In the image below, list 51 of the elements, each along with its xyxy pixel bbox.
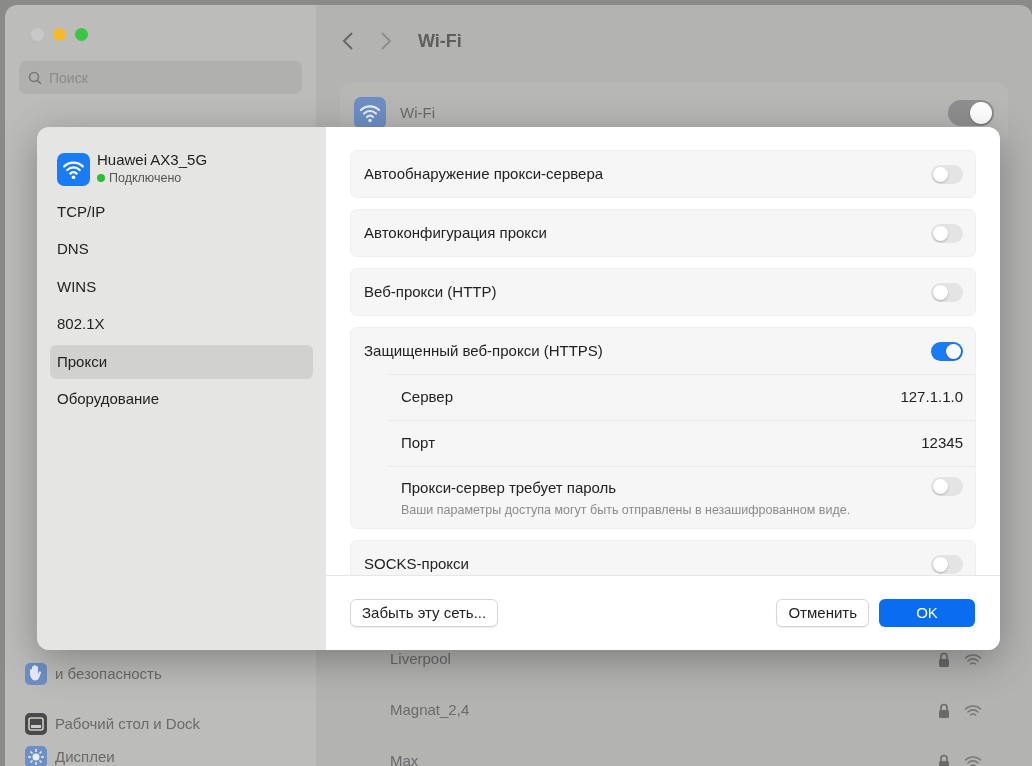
dock-icon [25, 713, 47, 736]
forget-network-button[interactable]: Забыть эту сеть... [350, 598, 499, 628]
network-name: Max [390, 751, 420, 766]
toggle-switch[interactable] [931, 282, 963, 302]
sidebar-tab[interactable]: WINS [50, 269, 313, 305]
proxy-label: Веб-прокси (HTTP) [364, 281, 497, 302]
forward-icon[interactable] [380, 31, 392, 51]
field-label: Сервер [401, 387, 453, 408]
wifi-icon [964, 703, 982, 718]
lock-icon [938, 754, 950, 766]
network-name: Huawei AX3_5G [97, 151, 208, 169]
proxy-label: Защищенный веб-прокси (HTTPS) [364, 340, 603, 361]
wifi-icon [57, 152, 90, 186]
wifi-icon [964, 754, 982, 766]
sidebar-tab[interactable]: Прокси [50, 344, 313, 380]
toggle-switch[interactable] [931, 477, 963, 496]
window-title: Wi-Fi [418, 29, 462, 53]
auth-note: Ваши параметры доступа могут быть отправлены в незашифрованном виде. [401, 501, 851, 519]
proxy-label: Автообнаружение прокси-сервера [364, 163, 604, 184]
minimize-dot[interactable] [53, 28, 66, 41]
auth-label: Прокси-сервер требует пароль [401, 478, 618, 498]
toggle-switch[interactable] [931, 554, 963, 574]
cancel-button[interactable]: Отменить [776, 598, 869, 628]
network-name: Magnat_2,4 [390, 700, 471, 721]
network-name: Liverpool [390, 649, 452, 670]
proxy-label: Автоконфигурация прокси [364, 222, 547, 243]
sidebar-tab[interactable]: DNS [50, 232, 313, 267]
lock-icon [938, 703, 950, 718]
wifi-toggle[interactable] [948, 100, 994, 126]
proxy-label: SOCKS-прокси [364, 554, 469, 575]
toggle-switch[interactable] [931, 164, 963, 184]
sidebar-tab[interactable]: 802.1X [50, 307, 313, 342]
status-dot [97, 174, 105, 183]
connection-status: Подключено [109, 170, 182, 187]
port-value[interactable]: 12345 [921, 432, 963, 455]
lock-icon [938, 652, 950, 667]
field-label: Порт [401, 433, 435, 454]
hand-icon [25, 662, 47, 685]
wifi-label: Wi-Fi [400, 102, 436, 123]
search-icon [28, 70, 42, 85]
zoom-dot[interactable] [75, 28, 88, 41]
back-icon[interactable] [342, 31, 354, 51]
server-value[interactable]: 127.1.1.0 [900, 386, 963, 409]
toggle-switch[interactable] [931, 341, 963, 361]
ok-button[interactable]: OK [879, 598, 975, 628]
sidebar-tab[interactable]: Оборудование [50, 382, 313, 417]
wifi-icon [354, 97, 386, 129]
sun-icon [25, 745, 47, 766]
sidebar-tab[interactable]: TCP/IP [50, 194, 313, 230]
wifi-icon [964, 652, 982, 667]
toggle-switch[interactable] [931, 223, 963, 243]
